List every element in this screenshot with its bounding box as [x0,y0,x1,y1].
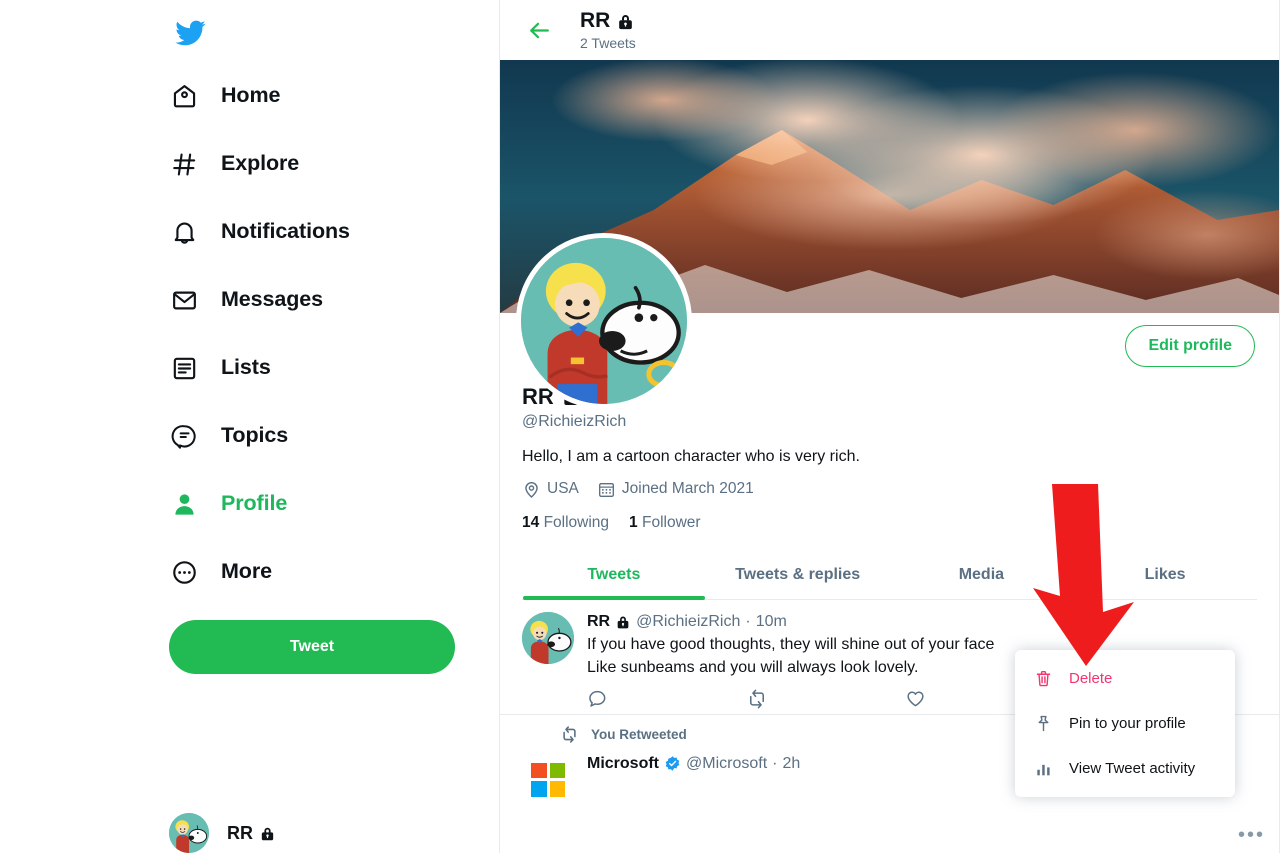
header-title-text: RR [580,9,611,33]
lock-icon [617,616,629,628]
profile-info-section: Edit profile RR @RichieizRich Hello, I a… [500,233,1279,600]
sidebar-item-label: Notifications [221,219,350,244]
menu-item-pin-to-profile[interactable]: Pin to your profile [1015,701,1235,746]
list-icon [169,353,199,383]
twitter-profile-page: Home Explore Notifications Messages List… [0,0,1280,853]
menu-item-delete[interactable]: Delete [1015,656,1235,701]
profile-joined: Joined March 2021 [597,480,754,499]
profile-joined-text: Joined March 2021 [621,480,754,498]
profile-location: USA [522,480,579,499]
richie-rich-avatar-art [169,813,209,853]
bell-icon [169,217,199,247]
hashtag-icon [169,149,199,179]
avatar [169,813,209,853]
trash-icon [1033,669,1053,688]
retweet-time: 2h [782,754,801,772]
lock-icon [261,827,274,840]
sidebar-item-label: Lists [221,355,271,380]
twitter-logo[interactable] [165,4,465,62]
sidebar-item-label: Topics [221,423,289,448]
profile-bio: Hello, I am a cartoon character who is v… [522,448,860,466]
sidebar-item-label: Home [221,83,281,108]
profile-location-text: USA [547,480,579,498]
sidebar-item-label: More [221,559,272,584]
tweet-header: RR @RichieizRich · 10m [587,612,1263,631]
tweet-avatar[interactable] [522,611,574,664]
pin-icon [1033,714,1053,733]
following-label: Following [543,513,610,531]
following-stat[interactable]: 14 Following [522,514,609,532]
edit-profile-button[interactable]: Edit profile [1125,325,1255,367]
profile-handle: @RichieizRich [522,413,627,431]
tab-likes[interactable]: Likes [1073,552,1257,599]
microsoft-avatar[interactable] [522,753,574,806]
profile-tabs: Tweets Tweets & replies Media Likes [522,552,1257,600]
richie-rich-avatar-art [521,238,687,404]
tweet-separator: · [745,612,751,630]
sidebar-item-label: Messages [221,287,323,312]
sidebar-item-label: Profile [221,491,288,516]
account-switcher[interactable]: RR [169,813,276,853]
profile-avatar[interactable] [516,233,692,409]
back-arrow-icon[interactable] [526,17,552,43]
lock-icon [619,14,633,30]
account-name-text: RR [227,822,253,843]
sidebar-item-more[interactable]: More [165,538,465,606]
tweet-button[interactable]: Tweet [169,620,455,674]
menu-item-label: View Tweet activity [1069,760,1196,777]
retweet-icon [563,725,576,743]
twitter-bird-icon [175,20,206,46]
header-title: RR [580,9,636,33]
sidebar-item-explore[interactable]: Explore [165,130,465,198]
more-circle-icon [169,557,199,587]
verified-badge-icon [664,755,681,772]
tab-tweets-replies[interactable]: Tweets & replies [706,552,890,599]
followers-count: 1 [629,513,638,531]
tab-tweets[interactable]: Tweets [522,552,706,599]
reply-icon[interactable] [587,688,746,710]
richie-rich-avatar-art [522,611,574,664]
following-count: 14 [522,513,540,531]
header-tweet-count: 2 Tweets [580,34,636,51]
person-icon [169,489,199,519]
sidebar-item-notifications[interactable]: Notifications [165,198,465,266]
menu-item-view-tweet-activity[interactable]: View Tweet activity [1015,746,1235,791]
sidebar-item-topics[interactable]: Topics [165,402,465,470]
retweet-flag-label: You Retweeted [591,726,687,742]
retweet-icon[interactable] [746,688,905,710]
profile-header-bar: RR 2 Tweets [500,0,1279,60]
tweet-handle: @RichieizRich [636,612,741,630]
envelope-icon [169,285,199,315]
location-pin-icon [525,482,538,498]
sidebar-item-profile[interactable]: Profile [165,470,465,538]
account-name: RR [227,823,276,844]
followers-stat[interactable]: 1 Follower [629,514,701,532]
sidebar-item-home[interactable]: Home [165,62,465,130]
topics-icon [169,421,199,451]
bar-chart-icon [1033,759,1053,778]
menu-item-label: Delete [1069,670,1113,687]
retweet-handle: @Microsoft [686,754,768,772]
retweet-separator: · [772,754,778,772]
sidebar-item-label: Explore [221,151,300,176]
header-text: RR 2 Tweets [580,9,636,50]
more-dots-icon[interactable]: ••• [1238,825,1265,845]
profile-meta: USA Joined March 2021 [522,480,1257,499]
menu-item-label: Pin to your profile [1069,715,1186,732]
followers-label: Follower [641,513,701,531]
microsoft-logo-icon [531,762,565,797]
calendar-icon [598,482,614,497]
retweet-author: Microsoft [587,754,659,772]
home-icon [169,81,199,111]
left-sidebar: Home Explore Notifications Messages List… [0,0,500,853]
sidebar-item-lists[interactable]: Lists [165,334,465,402]
tweet-options-dropdown: Delete Pin to your profile View Tweet ac… [1015,650,1235,797]
tweet-author: RR [587,612,611,630]
profile-stats: 14 Following 1 Follower [522,514,1257,532]
sidebar-item-messages[interactable]: Messages [165,266,465,334]
tweet-time: 10m [755,612,787,630]
tab-media[interactable]: Media [890,552,1074,599]
